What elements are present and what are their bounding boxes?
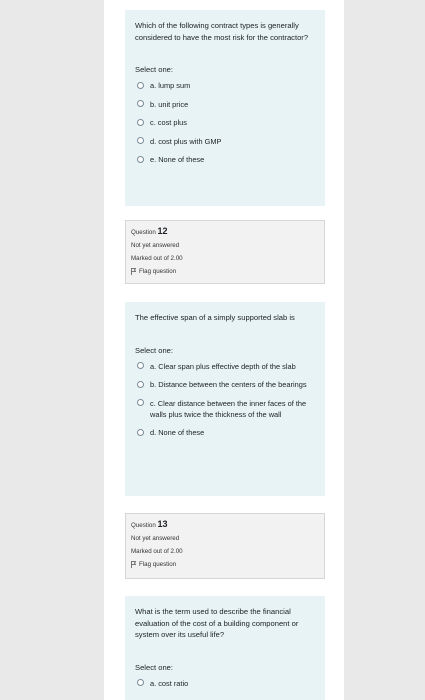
- radio-button[interactable]: [137, 100, 144, 107]
- radio-button[interactable]: [137, 118, 144, 126]
- option-b[interactable]: b. Distance between the centers of the b…: [135, 379, 315, 390]
- question-number: Question 12: [131, 226, 319, 236]
- radio-button[interactable]: [137, 81, 144, 89]
- option-label: c. Clear distance between the inner face…: [150, 398, 307, 419]
- flag-question-link[interactable]: Flag question: [131, 268, 319, 275]
- option-label: a. cost ratio: [150, 678, 189, 688]
- option-label: b. Distance between the centers of the b…: [150, 380, 307, 389]
- question-13-card: What is the term used to describe the fi…: [125, 596, 325, 700]
- radio-button[interactable]: [137, 155, 144, 163]
- option-c[interactable]: c. Clear distance between the inner face…: [135, 398, 315, 420]
- radio-button[interactable]: [137, 399, 144, 406]
- option-label: d. cost plus with GMP: [150, 136, 222, 146]
- right-gutter: [344, 0, 425, 700]
- select-one-label: Select one:: [135, 65, 173, 74]
- option-b[interactable]: b. unit price: [135, 99, 315, 110]
- option-label: a. lump sum: [150, 81, 191, 90]
- question-text: The effective span of a simply supported…: [135, 313, 295, 322]
- left-gutter: [0, 0, 104, 700]
- flag-question-label: Flag question: [139, 268, 177, 275]
- select-one-label: Select one:: [135, 345, 173, 355]
- flag-icon: [131, 268, 136, 275]
- option-label: b. unit price: [150, 99, 189, 109]
- marks: Marked out of 2.00: [131, 255, 183, 262]
- option-a[interactable]: a. lump sum: [135, 80, 315, 91]
- question-text: What is the term used to describe the fi…: [135, 607, 299, 639]
- question-12-info: Question 12 Not yet answered Marked out …: [125, 220, 325, 284]
- option-label: c. cost plus: [150, 118, 187, 127]
- flag-question-label: Flag question: [139, 561, 177, 568]
- option-e[interactable]: e. None of these: [135, 154, 315, 165]
- answer-status: Not yet answered: [131, 535, 180, 542]
- question-number-value: 13: [157, 519, 168, 529]
- option-label: a. Clear span plus effective depth of th…: [150, 361, 296, 371]
- option-d[interactable]: d. cost plus with GMP: [135, 136, 315, 147]
- option-a[interactable]: a. Clear span plus effective depth of th…: [135, 361, 315, 372]
- radio-button[interactable]: [137, 380, 144, 388]
- question-number: Question 13: [131, 519, 319, 529]
- option-a[interactable]: a. cost ratio: [135, 678, 315, 689]
- flag-icon: [131, 561, 136, 568]
- marks: Marked out of 2.00: [131, 548, 183, 555]
- option-label: e. None of these: [150, 155, 205, 164]
- option-d[interactable]: d. None of these: [135, 427, 315, 438]
- question-label: Question: [131, 522, 156, 529]
- radio-button[interactable]: [137, 679, 144, 686]
- radio-button[interactable]: [137, 362, 144, 369]
- answer-status: Not yet answered: [131, 242, 180, 249]
- radio-button[interactable]: [137, 428, 144, 436]
- question-13-info: Question 13 Not yet answered Marked out …: [125, 513, 325, 579]
- question-11-card: Which of the following contract types is…: [125, 10, 325, 206]
- option-label: d. None of these: [150, 428, 205, 437]
- question-number-value: 12: [157, 226, 168, 236]
- radio-button[interactable]: [137, 137, 144, 144]
- question-12-card: The effective span of a simply supported…: [125, 302, 325, 496]
- question-text: Which of the following contract types is…: [135, 21, 309, 42]
- question-label: Question: [131, 229, 156, 236]
- select-one-label: Select one:: [135, 662, 173, 672]
- flag-question-link[interactable]: Flag question: [131, 561, 319, 568]
- option-c[interactable]: c. cost plus: [135, 117, 315, 128]
